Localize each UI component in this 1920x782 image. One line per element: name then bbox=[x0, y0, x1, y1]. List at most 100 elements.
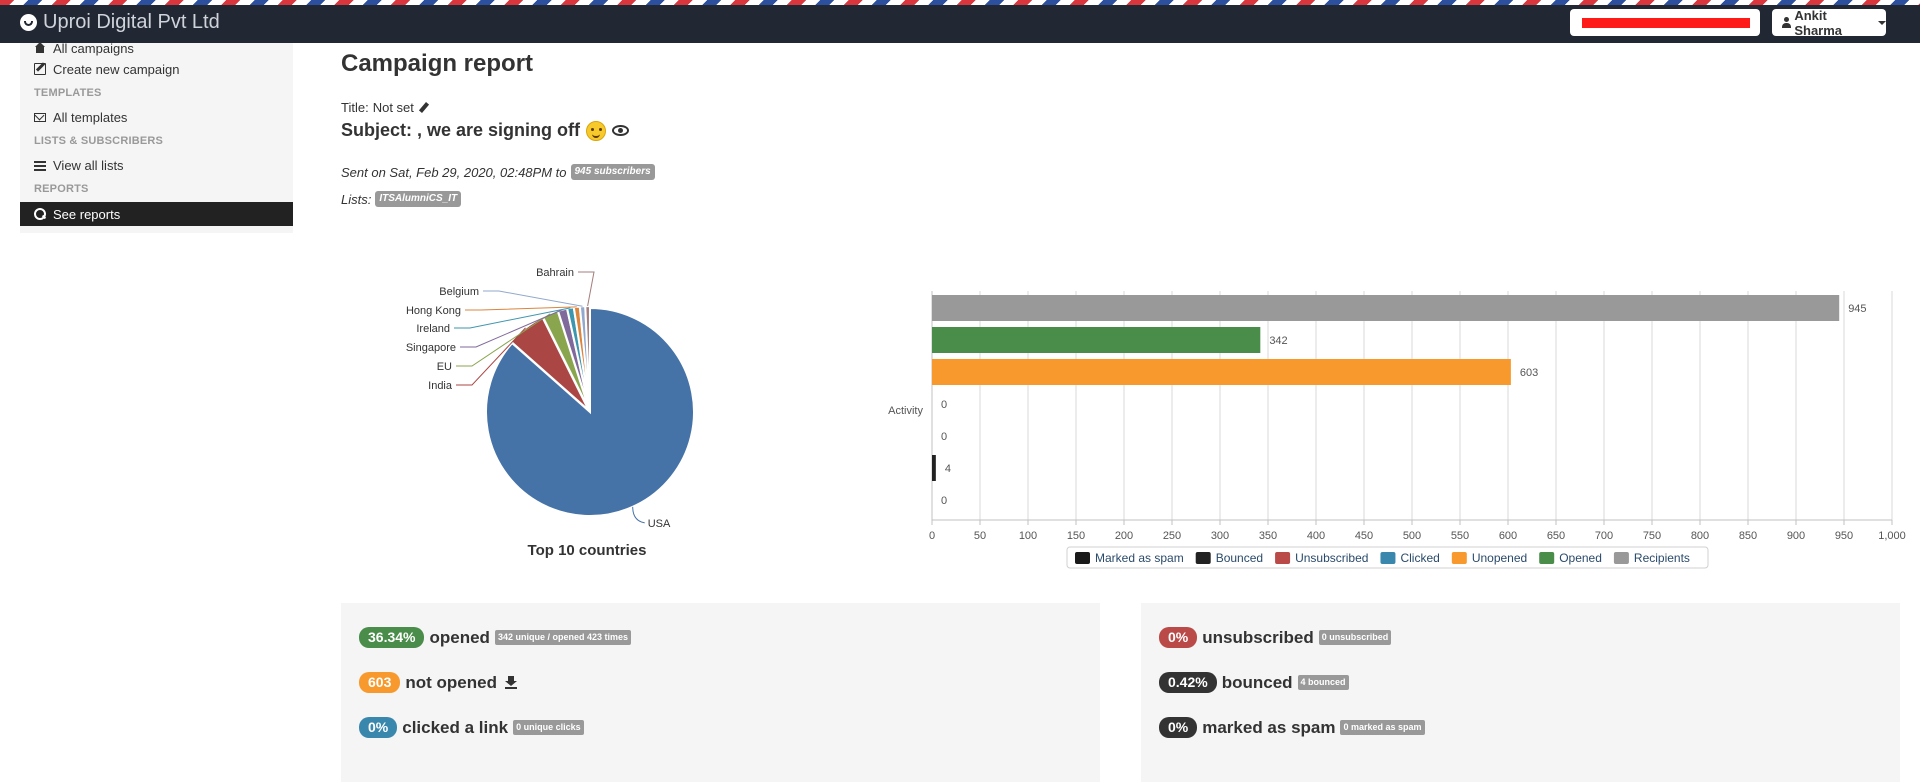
legend-swatch-recipients bbox=[1613, 552, 1629, 564]
x-tick-label: 750 bbox=[1643, 530, 1661, 542]
subscribers-badge: 945 subscribers bbox=[570, 164, 655, 180]
redaction-mark bbox=[1582, 18, 1750, 28]
page-title: Campaign report bbox=[341, 50, 534, 77]
bar-label-clicked: 0 bbox=[941, 399, 947, 411]
pie-label-singapore: Singapore bbox=[406, 342, 456, 354]
bar-bounced bbox=[932, 455, 936, 481]
sidebar-section-lists: LISTS & SUBSCRIBERS bbox=[34, 135, 164, 147]
sidebar-item-label: View all lists bbox=[53, 157, 124, 173]
x-tick-label: 550 bbox=[1451, 530, 1469, 542]
title-value: Not set bbox=[372, 100, 414, 115]
pie-connector-bahrain bbox=[578, 271, 595, 307]
brand-name: Uproi Digital Pvt Ltd bbox=[43, 10, 220, 33]
envelope-icon bbox=[34, 113, 46, 122]
x-tick-label: 100 bbox=[1019, 530, 1037, 542]
bar-unopened bbox=[932, 359, 1511, 385]
download-icon[interactable] bbox=[504, 676, 517, 689]
title-label: Title: bbox=[341, 100, 369, 115]
clicked-label: clicked a link bbox=[402, 717, 509, 737]
spam-stat: 0% marked as spam 0 marked as spam bbox=[1159, 717, 1425, 738]
redacted-nav-button[interactable] bbox=[1570, 9, 1760, 36]
sidebar-item-create-campaign[interactable]: Create new campaign bbox=[20, 57, 293, 81]
sidebar-item-see-reports[interactable]: See reports bbox=[20, 202, 293, 226]
list-icon bbox=[34, 160, 46, 171]
sent-info: Sent on Sat, Feb 29, 2020, 02:48PM to 94… bbox=[341, 164, 655, 180]
brand-link[interactable]: Uproi Digital Pvt Ltd bbox=[20, 11, 220, 33]
unsubscribed-percent-badge: 0% bbox=[1159, 627, 1198, 648]
sidebar-section-templates: TEMPLATES bbox=[34, 87, 102, 99]
chart-legend: Marked as spam Bounced Unsubscribed Clicked… bbox=[1066, 546, 1709, 569]
legend-item-opened: Opened bbox=[1539, 551, 1602, 565]
x-tick-label: 300 bbox=[1211, 530, 1229, 542]
legend-swatch-bounced bbox=[1195, 552, 1211, 564]
x-tick-label: 600 bbox=[1499, 530, 1517, 542]
opened-percent-badge: 36.34% bbox=[359, 627, 425, 648]
legend-text-unsubscribed: Unsubscribed bbox=[1295, 551, 1368, 565]
bar-opened bbox=[932, 327, 1261, 353]
legend-swatch-opened bbox=[1539, 552, 1555, 564]
opened-label: opened bbox=[429, 627, 490, 647]
sidebar-item-all-templates[interactable]: All templates bbox=[20, 105, 293, 129]
unsubscribed-label: unsubscribed bbox=[1202, 627, 1314, 647]
sidebar-item-label: Create new campaign bbox=[53, 61, 180, 77]
chevron-down-icon bbox=[1878, 20, 1886, 25]
home-icon bbox=[34, 42, 46, 54]
pie-label-bahrain: Bahrain bbox=[536, 267, 574, 279]
x-tick-label: 700 bbox=[1595, 530, 1613, 542]
legend-swatch-clicked bbox=[1380, 552, 1396, 564]
sidebar-section-reports: REPORTS bbox=[34, 183, 89, 195]
subject-line: Subject: , we are signing off bbox=[341, 120, 630, 141]
brand-logo-icon bbox=[20, 13, 37, 31]
sidebar-item-view-lists[interactable]: View all lists bbox=[20, 153, 293, 177]
pie-label-ireland: Ireland bbox=[416, 323, 450, 335]
x-tick-label: 50 bbox=[974, 530, 986, 542]
spam-percent-badge: 0% bbox=[1159, 717, 1198, 738]
x-tick-label: 850 bbox=[1739, 530, 1757, 542]
x-tick-label: 1,000 bbox=[1878, 530, 1906, 542]
bounced-percent-badge: 0.42% bbox=[1159, 672, 1217, 693]
bounced-label: bounced bbox=[1221, 672, 1293, 692]
spam-detail-tag: 0 marked as spam bbox=[1340, 720, 1425, 735]
legend-item-clicked: Clicked bbox=[1380, 551, 1440, 565]
legend-swatch-unopened bbox=[1451, 552, 1467, 564]
user-name: Ankit Sharma bbox=[1794, 7, 1843, 38]
legend-text-clicked: Clicked bbox=[1400, 551, 1439, 565]
eye-icon[interactable] bbox=[612, 125, 630, 136]
x-tick-label: 900 bbox=[1787, 530, 1805, 542]
pie-label-india: India bbox=[428, 380, 453, 392]
legend-text-recipients: Recipients bbox=[1634, 551, 1690, 565]
user-menu-button[interactable]: Ankit Sharma bbox=[1772, 7, 1886, 38]
pie-connector-belgium bbox=[483, 290, 583, 307]
spam-label: marked as spam bbox=[1202, 717, 1336, 737]
sent-text: Sent on Sat, Feb 29, 2020, 02:48PM to bbox=[341, 164, 567, 180]
bar-label-opened: 342 bbox=[1269, 335, 1287, 347]
legend-text-bounced: Bounced bbox=[1216, 551, 1263, 565]
unsubscribed-detail-tag: 0 unsubscribed bbox=[1318, 630, 1392, 645]
pie-label-usa: USA bbox=[648, 518, 671, 530]
bar-label-unopened: 603 bbox=[1520, 367, 1538, 379]
sidebar-item-label: All templates bbox=[53, 109, 128, 125]
list-badge[interactable]: ITSAlumniCS_IT bbox=[375, 191, 462, 207]
airmail-stripe bbox=[0, 0, 1920, 5]
x-tick-label: 250 bbox=[1163, 530, 1181, 542]
x-tick-label: 350 bbox=[1259, 530, 1277, 542]
sidebar-item-label: See reports bbox=[53, 206, 121, 222]
legend-swatch-marked-as-spam bbox=[1075, 552, 1090, 564]
clicked-detail-tag: 0 unique clicks bbox=[513, 720, 584, 735]
campaign-title-line: Title: Not set bbox=[341, 100, 429, 115]
not-opened-label: not opened bbox=[405, 672, 497, 692]
pie-label-belgium: Belgium bbox=[439, 286, 479, 298]
legend-item-recipients: Recipients bbox=[1613, 551, 1690, 565]
x-tick-label: 500 bbox=[1403, 530, 1421, 542]
not-opened-stat: 603 not opened bbox=[359, 672, 517, 693]
legend-swatch-unsubscribed bbox=[1275, 552, 1291, 564]
x-tick-label: 950 bbox=[1835, 530, 1853, 542]
lists-info: Lists: ITSAlumniCS_IT bbox=[341, 191, 462, 207]
smiley-emoji-icon bbox=[586, 120, 607, 141]
pencil-icon[interactable] bbox=[418, 102, 429, 113]
unsubscribed-stat: 0% unsubscribed 0 unsubscribed bbox=[1159, 627, 1392, 648]
top-countries-pie-chart: USA India EU Singapore Ireland Hong Kong Belgi… bbox=[406, 267, 695, 559]
legend-text-marked-as-spam: Marked as spam bbox=[1095, 551, 1184, 565]
search-icon bbox=[34, 208, 46, 220]
pie-label-eu: EU bbox=[437, 361, 452, 373]
